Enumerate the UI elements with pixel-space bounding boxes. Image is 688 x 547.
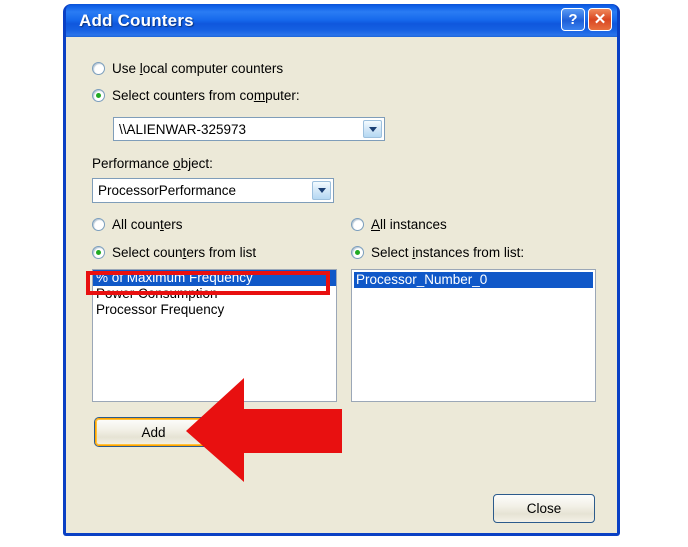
- instance-list[interactable]: Processor_Number_0: [351, 269, 596, 402]
- radio-label: Select instances from list:: [371, 245, 525, 260]
- chevron-down-icon[interactable]: [363, 120, 382, 138]
- title-bar-buttons: ? ✕: [561, 8, 612, 31]
- counter-list[interactable]: % of Maximum Frequency Power Consumption…: [92, 269, 337, 402]
- list-item[interactable]: Processor Frequency: [93, 302, 336, 318]
- radio-label: All counters: [112, 217, 183, 232]
- radio-label: All instances: [371, 217, 447, 232]
- radio-indicator[interactable]: [92, 62, 105, 75]
- close-button[interactable]: Close: [493, 494, 595, 523]
- add-button-label: Add: [141, 424, 166, 440]
- radio-use-local-computer-counters[interactable]: Use local computer counters: [92, 61, 283, 76]
- add-counters-dialog: Add Counters ? ✕ Use local computer coun…: [63, 4, 620, 536]
- radio-select-counters-from-list[interactable]: Select counters from list: [92, 245, 256, 260]
- performance-object-dropdown[interactable]: ProcessorPerformance: [92, 178, 334, 203]
- window-title: Add Counters: [79, 10, 194, 30]
- list-item[interactable]: % of Maximum Frequency: [93, 270, 336, 286]
- radio-indicator[interactable]: [92, 246, 105, 259]
- close-button-label: Close: [526, 501, 562, 516]
- radio-all-instances[interactable]: All instances: [351, 217, 447, 232]
- radio-indicator[interactable]: [92, 89, 105, 102]
- performance-object-value: ProcessorPerformance: [98, 183, 237, 198]
- dialog-client-area: Use local computer counters Select count…: [66, 37, 617, 533]
- close-icon[interactable]: ✕: [588, 8, 612, 31]
- list-item[interactable]: Processor_Number_0: [354, 272, 593, 288]
- computer-name-value: \\ALIENWAR-325973: [119, 121, 247, 137]
- radio-label: Use local computer counters: [112, 61, 284, 76]
- radio-label: Select counters from computer:: [112, 88, 300, 103]
- radio-all-counters[interactable]: All counters: [92, 217, 183, 232]
- radio-indicator[interactable]: [351, 218, 364, 231]
- radio-select-counters-from-computer[interactable]: Select counters from computer:: [92, 88, 300, 103]
- computer-name-dropdown[interactable]: \\ALIENWAR-325973: [113, 117, 385, 141]
- list-item[interactable]: Power Consumption: [93, 286, 336, 302]
- secondary-button[interactable]: [224, 418, 341, 446]
- radio-indicator[interactable]: [92, 218, 105, 231]
- radio-select-instances-from-list[interactable]: Select instances from list:: [351, 245, 524, 260]
- chevron-down-icon[interactable]: [312, 181, 331, 200]
- performance-object-label: Performance object:: [92, 156, 213, 171]
- help-icon[interactable]: ?: [561, 8, 585, 31]
- title-bar[interactable]: Add Counters ? ✕: [66, 4, 617, 37]
- radio-indicator[interactable]: [351, 246, 364, 259]
- add-button[interactable]: Add: [95, 418, 212, 446]
- radio-label: Select counters from list: [112, 245, 257, 260]
